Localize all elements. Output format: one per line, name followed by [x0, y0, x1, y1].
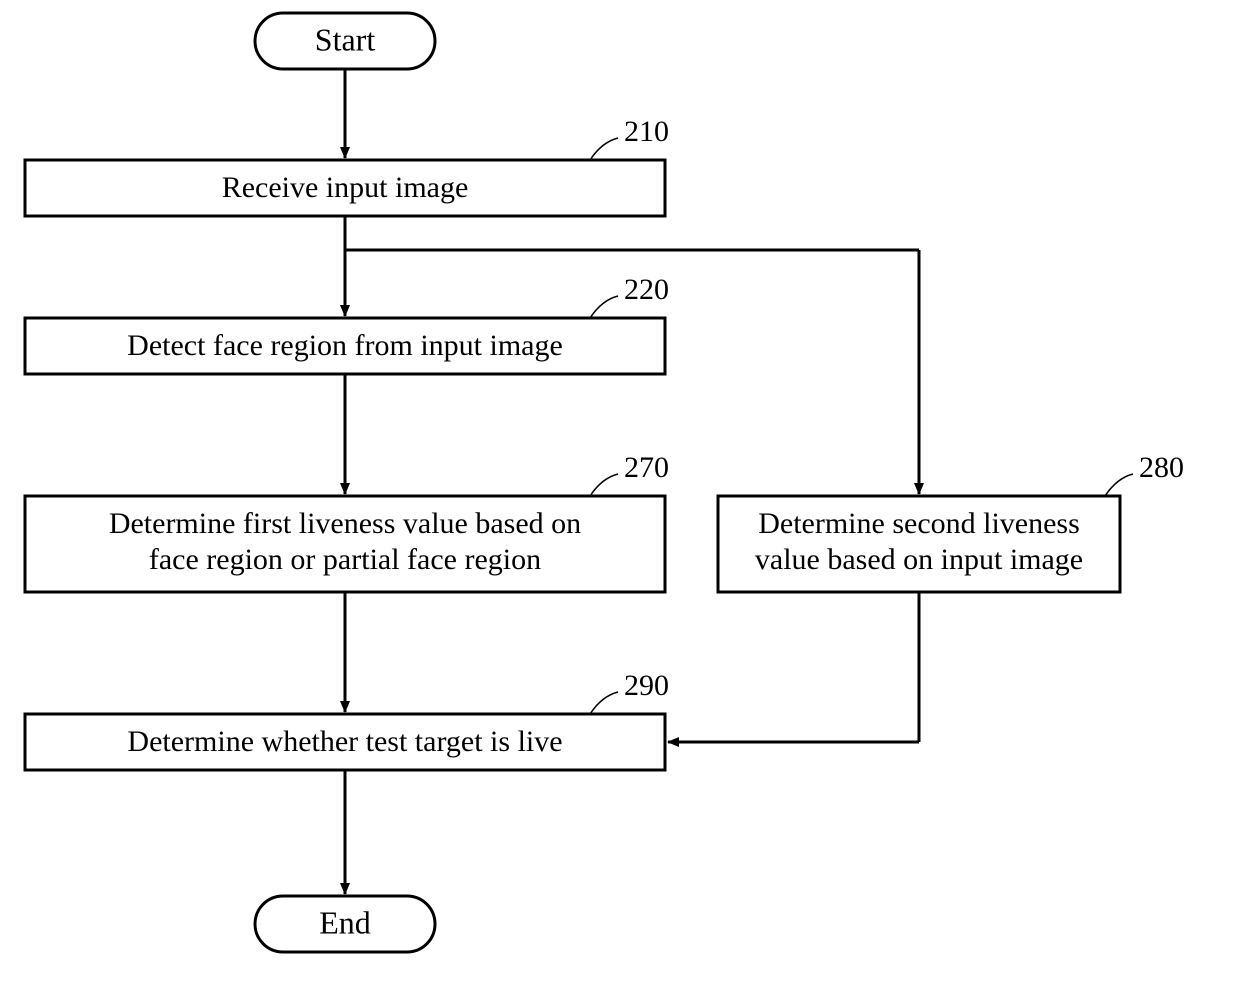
start-label: Start [315, 21, 376, 57]
callout-290 [590, 692, 618, 714]
end-label: End [319, 904, 371, 940]
flowchart-diagram: Start Receive input image 210 Detect fac… [0, 0, 1240, 993]
step-210: Receive input image [25, 160, 665, 216]
ref-220: 220 [624, 273, 669, 306]
callout-280 [1105, 474, 1133, 496]
ref-210: 210 [624, 115, 669, 148]
end-terminator: End [255, 896, 435, 952]
step-270-line2: face region or partial face region [149, 543, 541, 576]
ref-270: 270 [624, 451, 669, 484]
step-210-text: Receive input image [222, 171, 469, 204]
step-280-line2: value based on input image [755, 543, 1083, 576]
step-290-text: Determine whether test target is live [127, 725, 562, 758]
callout-270 [590, 474, 618, 496]
ref-290: 290 [624, 669, 669, 702]
step-270: Determine first liveness value based on … [25, 496, 665, 592]
step-280: Determine second liveness value based on… [718, 496, 1120, 592]
ref-280: 280 [1139, 451, 1184, 484]
step-280-line1: Determine second liveness [758, 507, 1080, 540]
callout-220 [590, 296, 618, 318]
callout-210 [590, 138, 618, 160]
step-290: Determine whether test target is live [25, 714, 665, 770]
start-terminator: Start [255, 13, 435, 69]
step-220: Detect face region from input image [25, 318, 665, 374]
step-220-text: Detect face region from input image [127, 329, 563, 362]
step-270-line1: Determine first liveness value based on [109, 507, 581, 540]
